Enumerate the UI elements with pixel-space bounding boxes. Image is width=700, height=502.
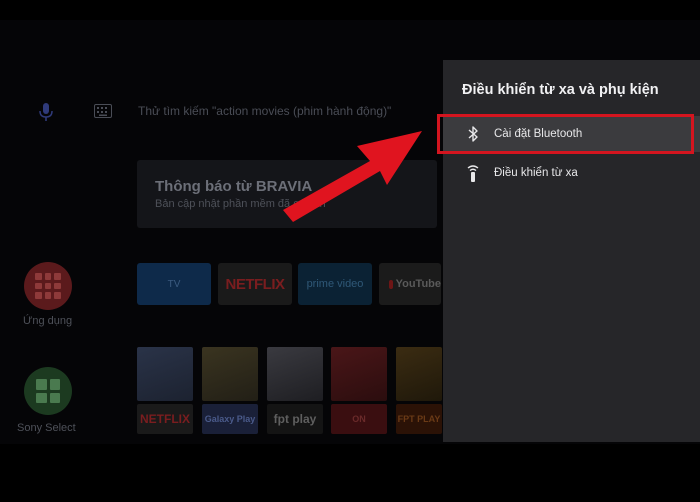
fpt-play-label: fpt play [273, 412, 317, 426]
prime-tile-label: prime video [306, 278, 364, 290]
tv-app-tile[interactable]: TV [137, 263, 211, 305]
tv-tile-label: TV [167, 278, 181, 290]
netflix-channel-tile[interactable]: NETFLIX [137, 404, 193, 434]
sony-select-icon [36, 379, 60, 403]
menu-item-label: Điều khiển từ xa [494, 167, 578, 179]
menu-item-remote-control[interactable]: Điều khiển từ xa [443, 155, 700, 191]
fpt-play-label-2: FPT PLAY [397, 414, 441, 424]
apps-label: Ứng dụng [23, 315, 73, 327]
content-poster[interactable] [202, 347, 258, 401]
galaxy-play-label: Galaxy Play [204, 414, 256, 424]
youtube-tile-label: YouTube [395, 278, 441, 290]
tv-screen: Thử tìm kiếm "action movies (phim hành đ… [0, 0, 700, 502]
sony-select-label: Sony Select [17, 422, 76, 434]
microphone-icon[interactable] [38, 102, 54, 122]
netflix-app-tile[interactable]: NETFLIX [218, 263, 292, 305]
netflix-tile-label: NETFLIX [225, 275, 286, 293]
on-channel-tile[interactable]: ON [331, 404, 387, 434]
keyboard-icon[interactable] [94, 104, 112, 118]
content-poster[interactable] [396, 347, 442, 401]
search-hint[interactable]: Thử tìm kiếm "action movies (phim hành đ… [138, 104, 391, 118]
highlight-box [437, 114, 694, 154]
apps-grid-icon [35, 273, 61, 299]
fpt-play-tile[interactable]: fpt play [267, 404, 323, 434]
galaxy-play-tile[interactable]: Galaxy Play [202, 404, 258, 434]
content-poster[interactable] [267, 347, 323, 401]
sony-select-button[interactable] [24, 367, 72, 415]
remote-icon [467, 165, 479, 182]
fpt-play-tile-2[interactable]: FPT PLAY [396, 404, 442, 434]
netflix-channel-label: NETFLIX [140, 412, 190, 426]
notification-subtitle: Bản cập nhật phần mềm đã có sẵn [155, 198, 326, 210]
youtube-play-icon [389, 279, 393, 289]
content-poster[interactable] [331, 347, 387, 401]
top-letterbox [0, 0, 700, 20]
prime-video-app-tile[interactable]: prime video [298, 263, 372, 305]
content-poster[interactable] [137, 347, 193, 401]
youtube-app-tile[interactable]: YouTube [379, 263, 441, 305]
notification-title: Thông báo từ BRAVIA [155, 178, 313, 195]
on-channel-label: ON [352, 414, 366, 424]
apps-button[interactable] [24, 262, 72, 310]
bottom-letterbox [0, 444, 700, 502]
panel-title: Điều khiển từ xa và phụ kiện [462, 82, 659, 98]
